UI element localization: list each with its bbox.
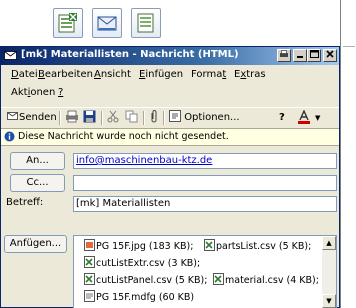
- minimize-icon[interactable]: [293, 49, 307, 62]
- menu-help[interactable]: ?: [58, 87, 63, 98]
- scroll-up-icon[interactable]: ▲: [322, 236, 336, 250]
- copy-icon[interactable]: [125, 110, 138, 126]
- menu-format[interactable]: Format: [191, 69, 226, 80]
- excel-file-icon: [84, 273, 95, 285]
- attachment-item[interactable]: partsList.csv (5 KB);: [204, 239, 311, 252]
- info-text: Diese Nachricht wurde noch nicht gesende…: [18, 131, 229, 142]
- send-icon: [7, 112, 18, 120]
- envelope-icon: [4, 50, 17, 64]
- to-button[interactable]: An...: [10, 152, 65, 170]
- application-toolbar: [0, 0, 340, 46]
- printer-icon[interactable]: [277, 49, 291, 62]
- send-label: Senden: [19, 112, 57, 123]
- screen: [mk] Materiallisten - Nachricht (HTML) D…: [0, 0, 356, 308]
- excel-button[interactable]: [53, 8, 83, 38]
- menu-bar: Datei Bearbeiten Ansicht Einfügen Format…: [1, 65, 339, 105]
- attachment-item[interactable]: PG 15F.jpg (183 KB);: [84, 239, 193, 252]
- options-icon: [169, 110, 181, 122]
- background-window-edge: [340, 0, 356, 308]
- attachments-scrollbar[interactable]: ▲ ▼: [322, 236, 336, 308]
- attach-icon[interactable]: [149, 110, 159, 126]
- cc-button-label: Cc...: [26, 177, 49, 188]
- title-bar[interactable]: [mk] Materiallisten - Nachricht (HTML): [1, 47, 339, 65]
- options-label: Optionen...: [184, 112, 240, 123]
- maximize-icon[interactable]: [307, 49, 321, 62]
- subject-label: Betreff:: [6, 197, 44, 208]
- to-button-label: An...: [26, 155, 49, 166]
- menu-extras[interactable]: Extras: [234, 69, 266, 80]
- font-color-icon[interactable]: [297, 109, 311, 126]
- attach-button-label: Anfügen...: [9, 238, 62, 249]
- info-bar: Diese Nachricht wurde noch nicht gesende…: [1, 129, 339, 146]
- attachment-item[interactable]: cutListExtr.csv (3 KB);: [84, 256, 200, 269]
- attachment-item[interactable]: material.csv (4 KB);: [213, 273, 319, 286]
- menu-bearbeiten[interactable]: Bearbeiten: [38, 69, 93, 80]
- excel-file-icon: [84, 256, 95, 268]
- message-window: [mk] Materiallisten - Nachricht (HTML) D…: [0, 46, 340, 308]
- help-icon[interactable]: ?: [279, 110, 285, 126]
- attachments-list[interactable]: PG 15F.jpg (183 KB); partsList.csv (5 KB…: [73, 235, 337, 308]
- excel-file-icon: [213, 273, 224, 285]
- window-title: [mk] Materiallisten - Nachricht (HTML): [21, 49, 239, 60]
- menu-aktionen[interactable]: Aktionen: [11, 87, 55, 98]
- send-button[interactable]: Senden: [7, 110, 57, 126]
- to-field[interactable]: info@maschinenbau-ktz.de: [73, 153, 337, 169]
- menu-ansicht[interactable]: Ansicht: [94, 69, 131, 80]
- attachment-item[interactable]: PG 15F.mdfg (60 KB): [84, 290, 194, 303]
- mail-button[interactable]: [92, 8, 122, 38]
- cut-icon[interactable]: [107, 110, 119, 126]
- info-icon: [4, 131, 15, 145]
- chevron-down-icon[interactable]: ▼: [315, 110, 320, 126]
- attachment-item[interactable]: cutListPanel.csv (5 KB);: [84, 273, 207, 286]
- cc-button[interactable]: Cc...: [10, 174, 65, 192]
- message-toolbar: Senden Optionen... ? ▼: [1, 107, 339, 129]
- generic-file-icon: [84, 290, 95, 302]
- print-icon[interactable]: [65, 110, 79, 126]
- menu-datei[interactable]: Datei: [11, 69, 38, 80]
- menu-einfuegen[interactable]: Einfügen: [139, 69, 183, 80]
- options-button[interactable]: Optionen...: [169, 110, 240, 126]
- close-icon[interactable]: [323, 49, 337, 62]
- scroll-down-icon[interactable]: ▼: [322, 294, 336, 308]
- cc-field[interactable]: [73, 175, 337, 191]
- save-icon[interactable]: [83, 110, 96, 126]
- excel-file-icon: [204, 239, 215, 251]
- subject-field[interactable]: [mk] Materiallisten: [73, 196, 337, 212]
- image-file-icon: [84, 239, 95, 251]
- document-button[interactable]: [131, 8, 161, 38]
- attach-button[interactable]: Anfügen...: [4, 235, 67, 253]
